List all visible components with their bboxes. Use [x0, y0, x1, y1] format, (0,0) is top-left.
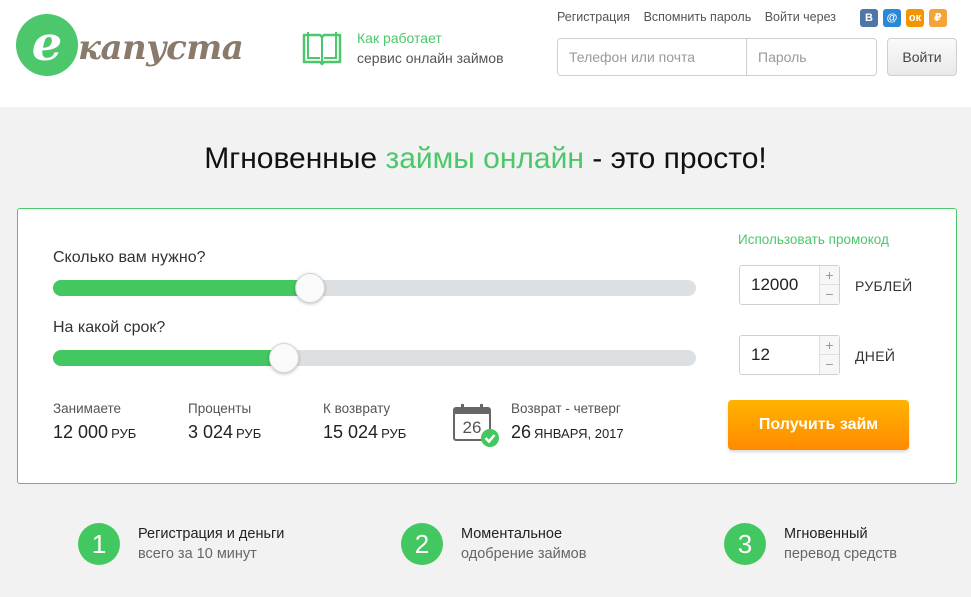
term-slider-handle[interactable] [269, 343, 300, 373]
borrow-currency: РУБ [111, 426, 137, 441]
phone-or-email-input[interactable] [558, 39, 747, 75]
term-question: На какой срок? [53, 319, 166, 336]
amount-slider-fill [53, 280, 311, 296]
term-minus-button[interactable]: − [820, 355, 839, 374]
amount-plus-button[interactable]: + [820, 266, 839, 285]
get-loan-button[interactable]: Получить займ [728, 400, 909, 450]
recover-password-link[interactable]: Вспомнить пароль [644, 10, 752, 24]
term-slider-fill [53, 350, 285, 366]
yandex-money-icon[interactable]: ₽ [929, 9, 947, 27]
step-subtitle: всего за 10 минут [138, 546, 257, 562]
mailru-icon[interactable]: @ [883, 9, 901, 27]
amount-minus-button[interactable]: − [820, 285, 839, 304]
return-currency: РУБ [381, 426, 407, 441]
borrow-value: 12 000 [53, 422, 109, 442]
amount-slider-handle[interactable] [295, 273, 326, 303]
return-label: К возврату [323, 401, 391, 416]
step-number: 2 [401, 523, 443, 565]
logo-badge: e [16, 14, 78, 76]
calendar-icon: 26 [453, 404, 499, 447]
step-title: Моментальное [461, 526, 563, 542]
interest-currency: РУБ [236, 426, 262, 441]
amount-question: Сколько вам нужно? [53, 249, 206, 266]
step-number: 3 [724, 523, 766, 565]
login-via-label: Войти через [764, 10, 836, 24]
odnoklassniki-icon[interactable]: ок [906, 9, 924, 27]
interest-summary: Проценты 3 024 РУБ [188, 401, 261, 443]
vk-icon[interactable]: В [860, 9, 878, 27]
return-value: 15 024 [323, 422, 379, 442]
loan-calculator: Сколько вам нужно? На какой срок? Исполь… [17, 208, 957, 484]
borrow-label: Занимаете [53, 401, 122, 416]
headline-part3: - это просто! [583, 142, 767, 175]
term-slider[interactable] [53, 343, 696, 373]
logo-letter: e [31, 16, 63, 72]
logo-text: капуста [78, 28, 244, 68]
amount-stepper: + − [739, 265, 840, 305]
interest-value: 3 024 [188, 422, 234, 442]
calendar-day: 26 [463, 418, 482, 437]
return-date-day: 26 [511, 422, 532, 442]
step-title: Мгновенный [784, 526, 868, 542]
book-icon [302, 32, 342, 66]
how-it-works-subtitle: сервис онлайн займов [357, 50, 504, 66]
borrow-summary: Занимаете 12 000 РУБ [53, 401, 136, 443]
how-it-works-title: Как работает [357, 30, 442, 46]
login-form [557, 38, 877, 76]
login-button[interactable]: Войти [887, 38, 957, 76]
amount-input[interactable] [740, 266, 820, 304]
promo-code-link[interactable]: Использовать промокод [738, 232, 889, 247]
step-title: Регистрация и деньги [138, 526, 285, 542]
amount-unit: РУБЛЕЙ [855, 278, 913, 294]
return-day-label: Возврат - четверг [511, 401, 621, 416]
interest-label: Проценты [188, 401, 252, 416]
return-date-summary: Возврат - четверг 26 ЯНВАРЯ, 2017 [511, 401, 624, 443]
term-unit: ДНЕЙ [855, 348, 896, 364]
step-subtitle: одобрение займов [461, 546, 587, 562]
term-stepper: + − [739, 335, 840, 375]
step-number: 1 [78, 523, 120, 565]
headline-part1: Мгновенные [204, 142, 386, 175]
step-subtitle: перевод средств [784, 546, 897, 562]
return-date-rest: ЯНВАРЯ, 2017 [534, 426, 624, 441]
site-header: e капуста Как работает сервис онлайн зай… [0, 0, 971, 107]
return-summary: К возврату 15 024 РУБ [323, 401, 406, 443]
term-input[interactable] [740, 336, 820, 374]
headline-highlight: займы онлайн [385, 142, 584, 175]
password-input[interactable] [747, 39, 876, 75]
term-plus-button[interactable]: + [820, 336, 839, 355]
logo[interactable]: e капуста [16, 14, 244, 78]
register-link[interactable]: Регистрация [557, 10, 630, 24]
how-it-works-link[interactable]: Как работает сервис онлайн займов [301, 28, 541, 72]
top-links: Регистрация Вспомнить пароль Войти через [557, 10, 846, 24]
page-headline: Мгновенные займы онлайн - это просто! [0, 142, 971, 176]
amount-slider[interactable] [53, 273, 696, 303]
